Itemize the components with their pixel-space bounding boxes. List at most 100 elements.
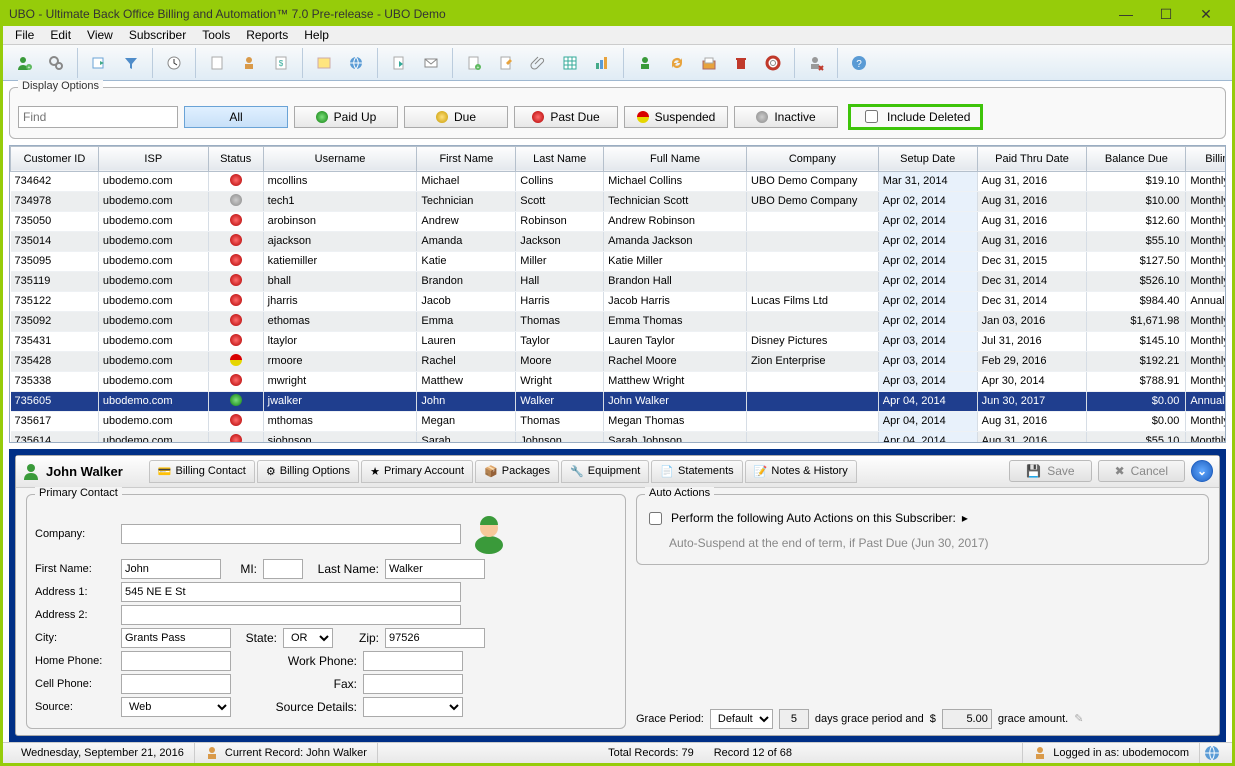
tb-lifebuoy-icon[interactable] [758,48,788,78]
table-row[interactable]: 735605ubodemo.comjwalkerJohnWalkerJohn W… [11,391,1226,411]
menu-tools[interactable]: Tools [194,26,238,44]
tab-equipment[interactable]: 🔧Equipment [561,460,649,483]
tab-billing-contact[interactable]: 💳Billing Contact [149,460,255,483]
table-row[interactable]: 735119ubodemo.combhallBrandonHallBrandon… [11,271,1226,291]
tb-globe-icon[interactable] [341,48,371,78]
source-details-select[interactable] [363,697,463,717]
tb-refresh-icon[interactable] [662,48,692,78]
tb-bill-icon[interactable]: $ [266,48,296,78]
tb-help-icon[interactable]: ? [844,48,874,78]
tb-sheet-icon[interactable] [555,48,585,78]
col-5[interactable]: Last Name [516,146,604,171]
cancel-button[interactable]: ✖Cancel [1098,460,1185,482]
tb-page-icon[interactable] [202,48,232,78]
col-9[interactable]: Paid Thru Date [977,146,1087,171]
menu-edit[interactable]: Edit [42,26,79,44]
minimize-button[interactable]: — [1106,6,1146,22]
zip-field[interactable] [385,628,485,648]
work-phone-field[interactable] [363,651,463,671]
tb-worker-icon[interactable] [630,48,660,78]
tb-trash-icon[interactable] [726,48,756,78]
filter-pastdue-button[interactable]: Past Due [514,106,618,128]
table-row[interactable]: 735617ubodemo.commthomasMeganThomasMegan… [11,411,1226,431]
mi-field[interactable] [263,559,303,579]
tb-settings-icon[interactable] [41,48,71,78]
filter-due-button[interactable]: Due [404,106,508,128]
tb-note-icon[interactable] [309,48,339,78]
tab-notes-history[interactable]: 📝Notes & History [745,460,857,483]
tab-billing-options[interactable]: ⚙Billing Options [257,460,359,483]
table-row[interactable]: 735050ubodemo.comarobinsonAndrewRobinson… [11,211,1226,231]
expand-down-button[interactable]: ⌄ [1191,460,1213,482]
menu-file[interactable]: File [7,26,42,44]
home-phone-field[interactable] [121,651,231,671]
tab-primary-account[interactable]: ★Primary Account [361,460,473,483]
filter-paidup-button[interactable]: Paid Up [294,106,398,128]
last-name-field[interactable] [385,559,485,579]
tb-new-subscriber-icon[interactable]: + [9,48,39,78]
company-field[interactable] [121,524,461,544]
fax-field[interactable] [363,674,463,694]
table-row[interactable]: 734642ubodemo.commcollinsMichaelCollinsM… [11,171,1226,191]
col-0[interactable]: Customer ID [11,146,99,171]
perform-auto-actions-checkbox[interactable] [649,512,662,525]
tb-chart-icon[interactable] [587,48,617,78]
col-4[interactable]: First Name [417,146,516,171]
cell-phone-field[interactable] [121,674,231,694]
tb-inbox-icon[interactable] [694,48,724,78]
filter-suspended-button[interactable]: Suspended [624,106,728,128]
tb-person-card-icon[interactable] [234,48,264,78]
filter-inactive-button[interactable]: Inactive [734,106,838,128]
table-row[interactable]: 734978ubodemo.comtech1TechnicianScottTec… [11,191,1226,211]
tab-packages[interactable]: 📦Packages [475,460,559,483]
first-name-field[interactable] [121,559,221,579]
filter-all-button[interactable]: All [184,106,288,128]
expand-actions-icon[interactable]: ▸ [962,511,968,525]
grid-scroll[interactable]: Customer IDISPStatusUsernameFirst NameLa… [10,146,1225,442]
tb-doc-edit-icon[interactable] [491,48,521,78]
tab-statements[interactable]: 📄Statements [651,460,742,483]
globe-icon[interactable] [1204,745,1220,761]
col-11[interactable]: Billing Cycle [1186,146,1225,171]
menu-subscriber[interactable]: Subscriber [121,26,194,44]
state-select[interactable]: OR [283,628,333,648]
table-row[interactable]: 735614ubodemo.comsjohnsonSarahJohnsonSar… [11,431,1226,442]
col-10[interactable]: Balance Due [1087,146,1186,171]
tb-attach-icon[interactable] [523,48,553,78]
col-2[interactable]: Status [208,146,263,171]
include-deleted-toggle[interactable]: Include Deleted [848,104,983,130]
tb-export-icon[interactable] [84,48,114,78]
source-select[interactable]: Web [121,697,231,717]
address2-field[interactable] [121,605,461,625]
table-row[interactable]: 735014ubodemo.comajacksonAmandaJacksonAm… [11,231,1226,251]
menu-view[interactable]: View [79,26,121,44]
col-3[interactable]: Username [263,146,417,171]
city-field[interactable] [121,628,231,648]
table-row[interactable]: 735095ubodemo.comkatiemillerKatieMillerK… [11,251,1226,271]
menu-reports[interactable]: Reports [238,26,296,44]
maximize-button[interactable]: ☐ [1146,6,1186,23]
find-input[interactable] [18,106,178,128]
menu-help[interactable]: Help [296,26,337,44]
titlebar[interactable]: UBO - Ultimate Back Office Billing and A… [3,3,1232,26]
address1-field[interactable] [121,582,461,602]
close-button[interactable]: ✕ [1186,6,1226,23]
include-deleted-checkbox[interactable] [865,110,878,123]
col-1[interactable]: ISP [98,146,208,171]
table-row[interactable]: 735428ubodemo.comrmooreRachelMooreRachel… [11,351,1226,371]
tb-doc-arrow-icon[interactable] [384,48,414,78]
grace-default-select[interactable]: Default [710,709,773,729]
table-row[interactable]: 735431ubodemo.comltaylorLaurenTaylorLaur… [11,331,1226,351]
col-8[interactable]: Setup Date [878,146,977,171]
tb-mail-icon[interactable] [416,48,446,78]
table-row[interactable]: 735338ubodemo.commwrightMatthewWrightMat… [11,371,1226,391]
tb-clock-icon[interactable] [159,48,189,78]
col-6[interactable]: Full Name [604,146,747,171]
table-row[interactable]: 735122ubodemo.comjharrisJacobHarrisJacob… [11,291,1226,311]
col-7[interactable]: Company [746,146,878,171]
save-button[interactable]: 💾Save [1009,460,1091,482]
tb-filter-icon[interactable] [116,48,146,78]
tb-person-x-icon[interactable] [801,48,831,78]
tb-doc-plus-icon[interactable]: + [459,48,489,78]
table-row[interactable]: 735092ubodemo.comethomasEmmaThomasEmma T… [11,311,1226,331]
